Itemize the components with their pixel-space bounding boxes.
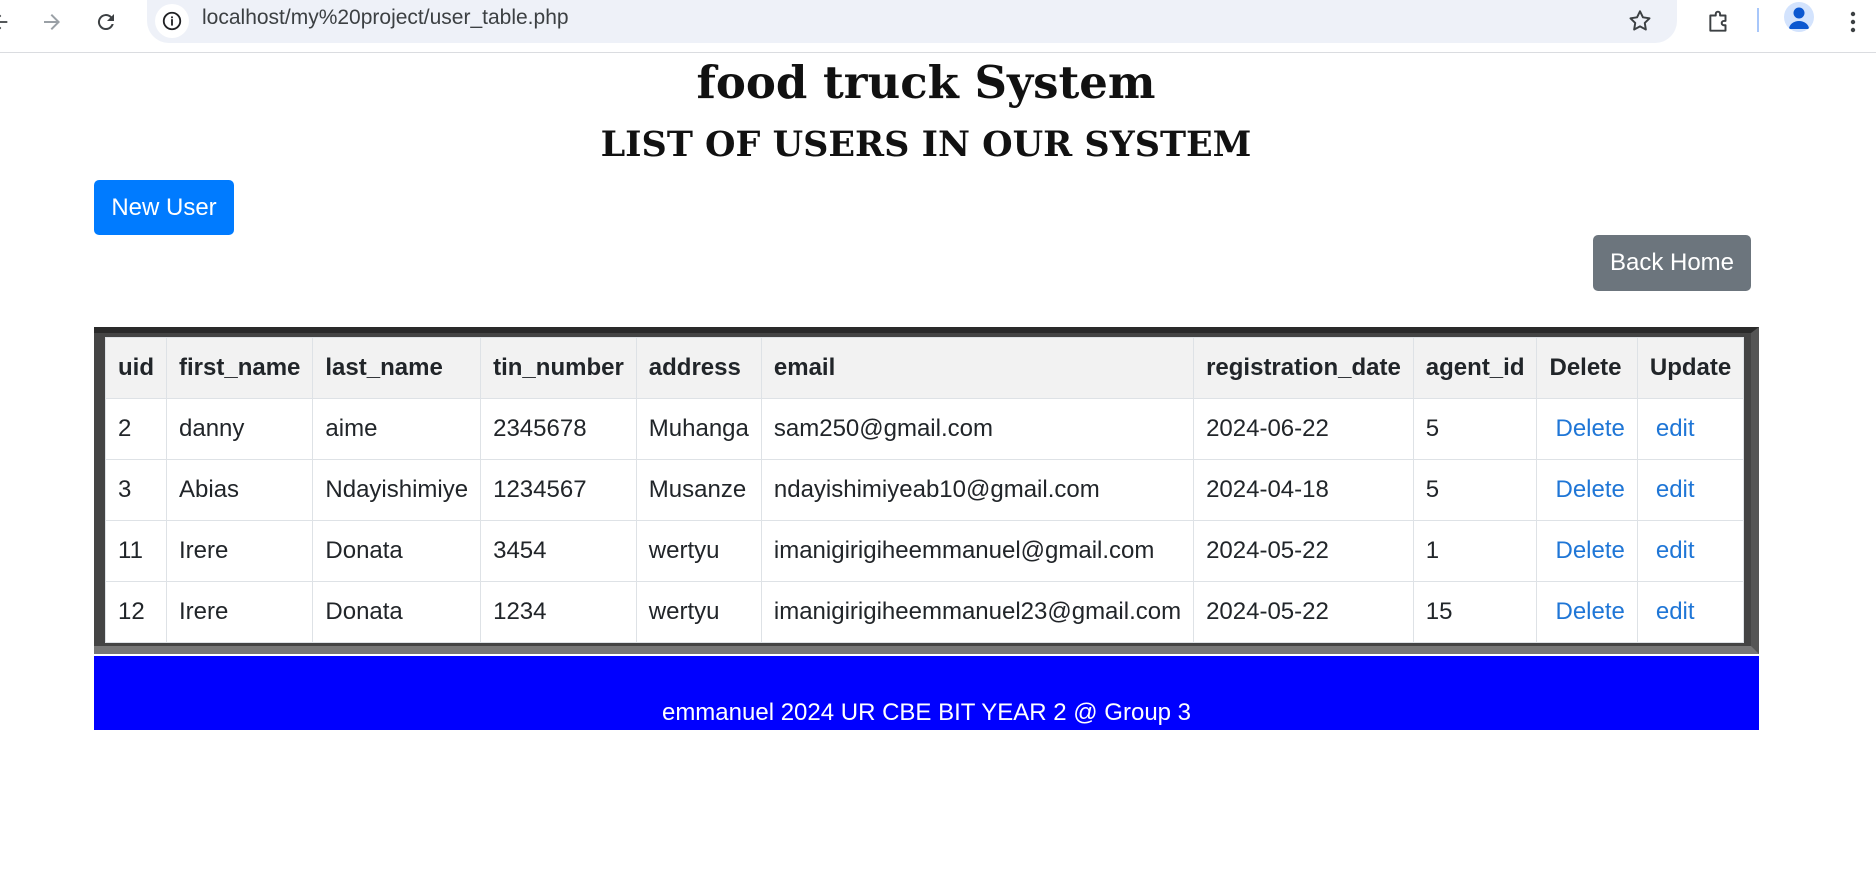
new-user-button[interactable]: New User [94, 180, 234, 235]
back-home-button[interactable]: Back Home [1593, 235, 1751, 291]
extensions-icon[interactable] [1701, 4, 1737, 40]
edit-link[interactable]: edit [1650, 415, 1695, 442]
cell-delete: Delete [1536, 581, 1638, 643]
cell-delete: Delete [1536, 520, 1638, 582]
users-table-container: uid first_name last_name tin_number addr… [94, 327, 1759, 654]
cell-uid: 3 [105, 459, 167, 521]
cell-email: imanigirigiheemmanuel@gmail.com [760, 520, 1195, 582]
column-header: registration_date [1193, 337, 1414, 399]
browser-toolbar: localhost/my%20project/user_table.php [0, 0, 1876, 53]
cell-address: Musanze [635, 459, 762, 521]
cell-first-name: Irere [165, 581, 314, 643]
cell-email: ndayishimiyeab10@gmail.com [760, 459, 1195, 521]
column-header: agent_id [1412, 337, 1538, 399]
cell-email: sam250@gmail.com [760, 398, 1195, 460]
edit-link[interactable]: edit [1650, 598, 1695, 625]
edit-link[interactable]: edit [1650, 537, 1695, 564]
cell-delete: Delete [1536, 459, 1638, 521]
table-row: 12 Irere Donata 1234 wertyu imanigirigih… [105, 581, 1745, 643]
cell-address: wertyu [635, 520, 762, 582]
cell-agent-id: 1 [1412, 520, 1538, 582]
column-header: first_name [165, 337, 314, 399]
cell-address: Muhanga [635, 398, 762, 460]
column-header: address [635, 337, 762, 399]
table-row: 11 Irere Donata 3454 wertyu imanigirigih… [105, 520, 1745, 582]
footer-text: emmanuel 2024 UR CBE BIT YEAR 2 @ Group … [661, 699, 1192, 726]
bookmark-star-icon[interactable] [1623, 4, 1657, 38]
table-header-row: uid first_name last_name tin_number addr… [105, 337, 1745, 399]
toolbar-divider [1757, 8, 1759, 32]
cell-update: edit [1636, 520, 1745, 582]
page-footer: emmanuel 2024 UR CBE BIT YEAR 2 @ Group … [94, 656, 1759, 730]
delete-link[interactable]: Delete [1549, 476, 1624, 503]
cell-agent-id: 5 [1412, 459, 1538, 521]
cell-tin-number: 3454 [480, 520, 637, 582]
delete-link[interactable]: Delete [1549, 537, 1624, 564]
cell-uid: 11 [105, 520, 167, 582]
cell-last-name: aime [312, 398, 482, 460]
cell-agent-id: 15 [1412, 581, 1538, 643]
cell-tin-number: 2345678 [480, 398, 637, 460]
cell-tin-number: 1234567 [480, 459, 637, 521]
cell-agent-id: 5 [1412, 398, 1538, 460]
delete-link[interactable]: Delete [1549, 415, 1624, 442]
table-row: 2 danny aime 2345678 Muhanga sam250@gmai… [105, 398, 1745, 460]
cell-last-name: Ndayishimiye [312, 459, 482, 521]
cell-uid: 2 [105, 398, 167, 460]
cell-registration-date: 2024-06-22 [1193, 398, 1414, 460]
cell-last-name: Donata [312, 520, 482, 582]
column-header: uid [105, 337, 167, 399]
back-arrow-icon[interactable] [0, 4, 18, 40]
cell-registration-date: 2024-05-22 [1193, 520, 1414, 582]
cell-registration-date: 2024-05-22 [1193, 581, 1414, 643]
cell-first-name: danny [165, 398, 314, 460]
column-header: Update [1636, 337, 1745, 399]
column-header: Delete [1536, 337, 1638, 399]
menu-dots-icon[interactable] [1835, 4, 1871, 40]
table-row: 3 Abias Ndayishimiye 1234567 Musanze nda… [105, 459, 1745, 521]
profile-icon[interactable] [1784, 2, 1814, 32]
delete-link[interactable]: Delete [1549, 598, 1624, 625]
site-info-icon[interactable] [155, 4, 189, 38]
forward-arrow-icon[interactable] [34, 4, 70, 40]
page-title: food truck System [696, 56, 1156, 109]
page-subtitle: LIST OF USERS IN OUR SYSTEM [600, 124, 1252, 165]
cell-tin-number: 1234 [480, 581, 637, 643]
cell-email: imanigirigiheemmanuel23@gmail.com [760, 581, 1195, 643]
cell-update: edit [1636, 581, 1745, 643]
cell-last-name: Donata [312, 581, 482, 643]
column-header: last_name [312, 337, 482, 399]
cell-registration-date: 2024-04-18 [1193, 459, 1414, 521]
cell-first-name: Abias [165, 459, 314, 521]
cell-delete: Delete [1536, 398, 1638, 460]
cell-address: wertyu [635, 581, 762, 643]
address-bar[interactable]: localhost/my%20project/user_table.php [147, 0, 1677, 43]
cell-update: edit [1636, 398, 1745, 460]
column-header: email [760, 337, 1195, 399]
cell-first-name: Irere [165, 520, 314, 582]
users-table: uid first_name last_name tin_number addr… [105, 337, 1745, 643]
url-text[interactable]: localhost/my%20project/user_table.php [202, 6, 569, 30]
cell-update: edit [1636, 459, 1745, 521]
edit-link[interactable]: edit [1650, 476, 1695, 503]
cell-uid: 12 [105, 581, 167, 643]
reload-icon[interactable] [88, 4, 124, 40]
column-header: tin_number [480, 337, 637, 399]
